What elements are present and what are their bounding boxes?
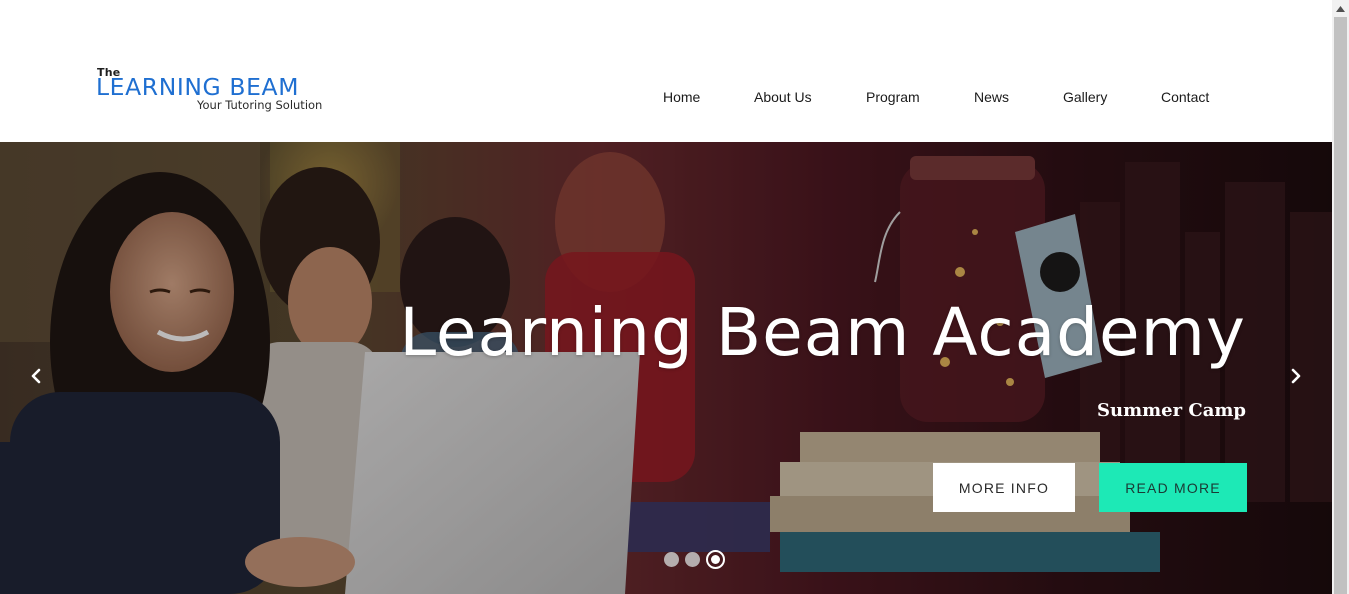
more-info-button[interactable]: MORE INFO	[933, 463, 1075, 512]
nav-item-home[interactable]: Home	[663, 89, 700, 105]
nav-item-contact[interactable]: Contact	[1161, 89, 1209, 105]
read-more-button[interactable]: READ MORE	[1099, 463, 1247, 512]
triangle-up-icon	[1336, 5, 1345, 12]
page-scrollbar[interactable]	[1332, 0, 1349, 594]
site-logo[interactable]: The LEARNING BEAM Your Tutoring Solution	[96, 66, 336, 116]
nav-item-about-us[interactable]: About Us	[754, 89, 812, 105]
slider-dot-3-active[interactable]	[706, 549, 725, 569]
slider-dot-2[interactable]	[685, 551, 700, 567]
hero-subtitle: Summer Camp	[1096, 400, 1246, 421]
chevron-right-icon	[1291, 368, 1301, 384]
slider-dot-1[interactable]	[664, 551, 679, 567]
page: The LEARNING BEAM Your Tutoring Solution…	[0, 0, 1349, 594]
hero-title: Learning Beam Academy	[399, 294, 1246, 371]
scroll-up-button[interactable]	[1332, 0, 1349, 17]
hero-slider: Learning Beam Academy Summer Camp MORE I…	[0, 142, 1332, 594]
slider-next-button[interactable]	[1284, 364, 1308, 388]
logo-tagline-text: Your Tutoring Solution	[197, 98, 323, 112]
nav-item-program[interactable]: Program	[866, 89, 920, 105]
slider-prev-button[interactable]	[24, 364, 48, 388]
slider-pagination	[664, 549, 725, 569]
chevron-left-icon	[31, 368, 41, 384]
nav-item-gallery[interactable]: Gallery	[1063, 89, 1107, 105]
nav-item-news[interactable]: News	[974, 89, 1009, 105]
site-header: The LEARNING BEAM Your Tutoring Solution…	[0, 0, 1332, 142]
scrollbar-thumb[interactable]	[1334, 17, 1347, 594]
